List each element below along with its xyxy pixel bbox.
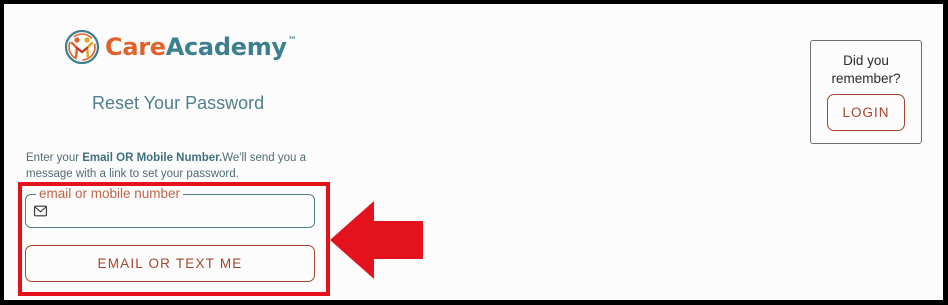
logo-people-icon — [64, 29, 100, 65]
red-arrow-icon — [330, 201, 423, 279]
email-field-label: email or mobile number — [36, 186, 184, 202]
careacademy-logo[interactable]: CareAcademy™ — [64, 29, 297, 65]
instructions-text: Enter your Email OR Mobile Number.We'll … — [26, 150, 336, 182]
email-input[interactable] — [56, 201, 310, 223]
instructions-prefix: Enter your — [26, 152, 83, 164]
email-or-mobile-field[interactable]: email or mobile number — [25, 186, 315, 228]
page-title: Reset Your Password — [92, 93, 265, 113]
remember-card: Did you remember? LOGIN — [810, 40, 922, 144]
trademark-mark: ™ — [287, 36, 297, 46]
instructions-bold: Email OR Mobile Number. — [82, 152, 223, 164]
logo-wordmark: CareAcademy™ — [105, 33, 297, 61]
login-button[interactable]: LOGIN — [827, 94, 905, 131]
page-frame: CareAcademy™ Reset Your Password Enter y… — [4, 4, 943, 300]
logo-word-care: Care — [105, 33, 166, 61]
mail-icon — [34, 205, 47, 217]
logo-word-academy: Academy — [165, 33, 287, 61]
remember-text: Did you remember? — [831, 53, 901, 86]
email-or-text-me-button[interactable]: EMAIL OR TEXT ME — [25, 245, 315, 282]
